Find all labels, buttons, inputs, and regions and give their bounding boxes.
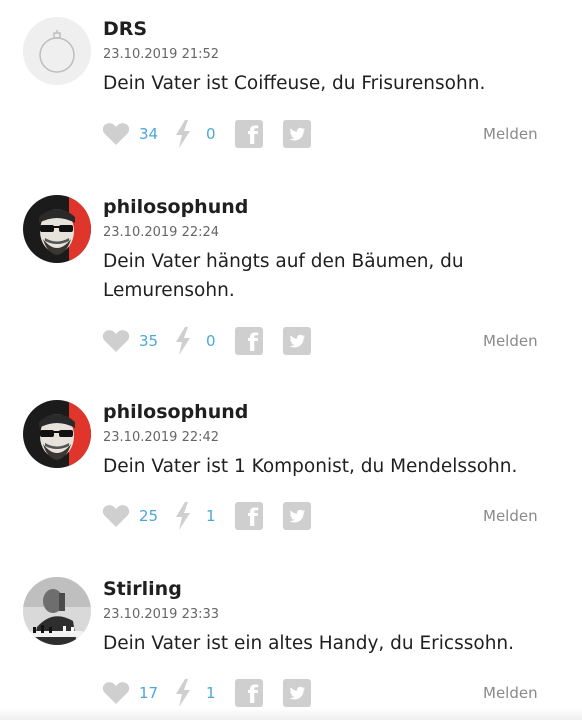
report-link[interactable]: Melden [483,678,538,708]
avatar[interactable] [23,195,91,263]
facebook-icon[interactable]: f [235,326,263,357]
heart-icon[interactable] [102,678,130,708]
comment-text: Dein Vater ist Coiffeuse, du Frisurensoh… [103,73,486,94]
comment-date: 23.10.2019 21:52 [103,47,220,62]
heart-icon[interactable] [102,119,130,149]
comment-actions: 34 0 f Melden [0,119,582,150]
twitter-icon[interactable] [283,326,311,356]
comment-date: 23.10.2019 22:42 [103,430,220,445]
default-avatar-icon [23,17,91,85]
report-link[interactable]: Melden [483,501,538,531]
philosophund-avatar [23,195,91,263]
report-link[interactable]: Melden [483,119,538,149]
like-count: 35 [139,332,159,350]
comment-date: 23.10.2019 23:33 [103,607,220,622]
flash-count: 1 [206,507,216,525]
twitter-icon[interactable] [283,501,311,531]
lightning-icon[interactable] [174,326,192,356]
heart-icon[interactable] [102,326,130,356]
avatar[interactable] [23,17,91,85]
facebook-icon[interactable]: f [235,678,263,709]
comment-author[interactable]: philosophund [103,400,248,424]
like-count: 34 [139,125,159,143]
flash-count: 0 [206,125,216,143]
facebook-icon[interactable]: f [235,501,263,532]
comment-actions: 25 1 f Melden [0,501,582,532]
comment-actions: 35 0 f Melden [0,326,582,357]
twitter-icon[interactable] [283,119,311,149]
like-count: 25 [139,507,159,525]
lightning-icon[interactable] [174,501,192,531]
lightning-icon[interactable] [174,119,192,149]
comment-actions: 17 1 f Melden [0,678,582,709]
avatar[interactable] [23,400,91,468]
like-count: 17 [139,684,159,702]
comment-text: Dein Vater hängts auf den Bäumen, du Lem… [103,251,464,301]
comment-date: 23.10.2019 22:24 [103,225,220,240]
lightning-icon[interactable] [174,678,192,708]
philosophund-avatar [23,400,91,468]
comment-author[interactable]: Stirling [103,577,182,601]
comment-author[interactable]: DRS [103,17,147,41]
bottom-fade [0,708,582,720]
flash-count: 0 [206,332,216,350]
stirling-avatar [23,577,91,645]
flash-count: 1 [206,684,216,702]
facebook-icon[interactable]: f [235,119,263,150]
comment-author[interactable]: philosophund [103,195,248,219]
comment-text: Dein Vater ist ein altes Handy, du Erics… [103,633,515,654]
comment-text: Dein Vater ist 1 Komponist, du Mendelsso… [103,456,518,477]
heart-icon[interactable] [102,501,130,531]
report-link[interactable]: Melden [483,326,538,356]
avatar[interactable] [23,577,91,645]
twitter-icon[interactable] [283,678,311,708]
